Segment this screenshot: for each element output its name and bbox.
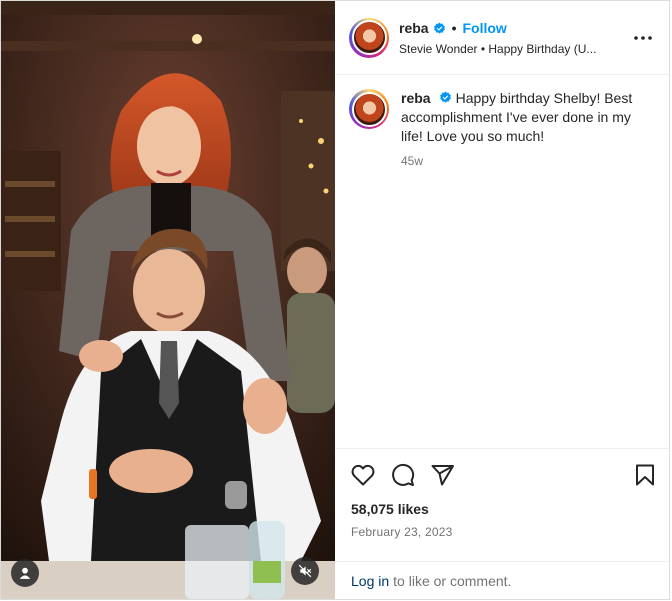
comment-icon — [392, 463, 415, 486]
more-options-button[interactable] — [631, 35, 655, 41]
instagram-post: reba • Follow Stevie Wonder • Happy Birt… — [0, 0, 670, 600]
user-tag-icon — [19, 567, 31, 579]
author-info: reba • Follow Stevie Wonder • Happy Birt… — [399, 19, 631, 56]
post-photo[interactable] — [1, 1, 335, 599]
follow-button[interactable]: Follow — [462, 20, 506, 36]
post-date[interactable]: February 23, 2023 — [335, 525, 669, 539]
author-username[interactable]: reba — [399, 20, 429, 36]
caption-username[interactable]: reba — [401, 90, 431, 106]
share-button[interactable] — [431, 464, 455, 486]
audio-track-link[interactable]: Stevie Wonder • Happy Birthday (U... — [399, 42, 631, 56]
bookmark-icon — [636, 464, 654, 486]
mute-icon — [298, 564, 312, 578]
caption-author-avatar[interactable] — [349, 89, 389, 129]
caption-text-block: reba Happy birthday Shelby! Best accompl… — [401, 89, 655, 146]
save-button[interactable] — [635, 464, 655, 486]
separator-dot: • — [451, 20, 457, 36]
login-prompt-text: to like or comment. — [393, 572, 512, 589]
caption-body: reba Happy birthday Shelby! Best accompl… — [401, 89, 655, 168]
verified-badge-icon — [433, 22, 446, 35]
comments-section: reba Happy birthday Shelby! Best accompl… — [335, 75, 669, 448]
action-bar — [335, 449, 669, 501]
author-line: reba • Follow — [399, 19, 631, 37]
tagged-users-button[interactable] — [11, 559, 39, 587]
post-caption: reba Happy birthday Shelby! Best accompl… — [349, 89, 655, 168]
photo-image — [1, 1, 335, 599]
share-icon — [431, 465, 454, 486]
author-avatar[interactable] — [349, 17, 389, 58]
comment-button[interactable] — [391, 463, 415, 487]
post-sidebar: reba • Follow Stevie Wonder • Happy Birt… — [335, 1, 669, 599]
author-avatar-image — [351, 20, 387, 55]
post-actions-area: 58,075 likes February 23, 2023 — [335, 448, 669, 561]
more-options-icon — [634, 35, 652, 40]
verified-badge-icon — [439, 91, 452, 104]
mute-audio-button[interactable] — [291, 557, 319, 585]
caption-text: Happy birthday Shelby! Best accomplishme… — [401, 90, 633, 144]
likes-count[interactable]: 58,075 likes — [335, 501, 669, 517]
login-link[interactable]: Log in — [351, 573, 389, 589]
login-prompt: Log in to like or comment. — [335, 561, 669, 599]
caption-author-avatar-image — [351, 91, 387, 127]
post-header: reba • Follow Stevie Wonder • Happy Birt… — [335, 1, 669, 75]
like-button[interactable] — [351, 464, 375, 486]
caption-timestamp[interactable]: 45w — [401, 154, 655, 168]
heart-icon — [351, 464, 375, 486]
